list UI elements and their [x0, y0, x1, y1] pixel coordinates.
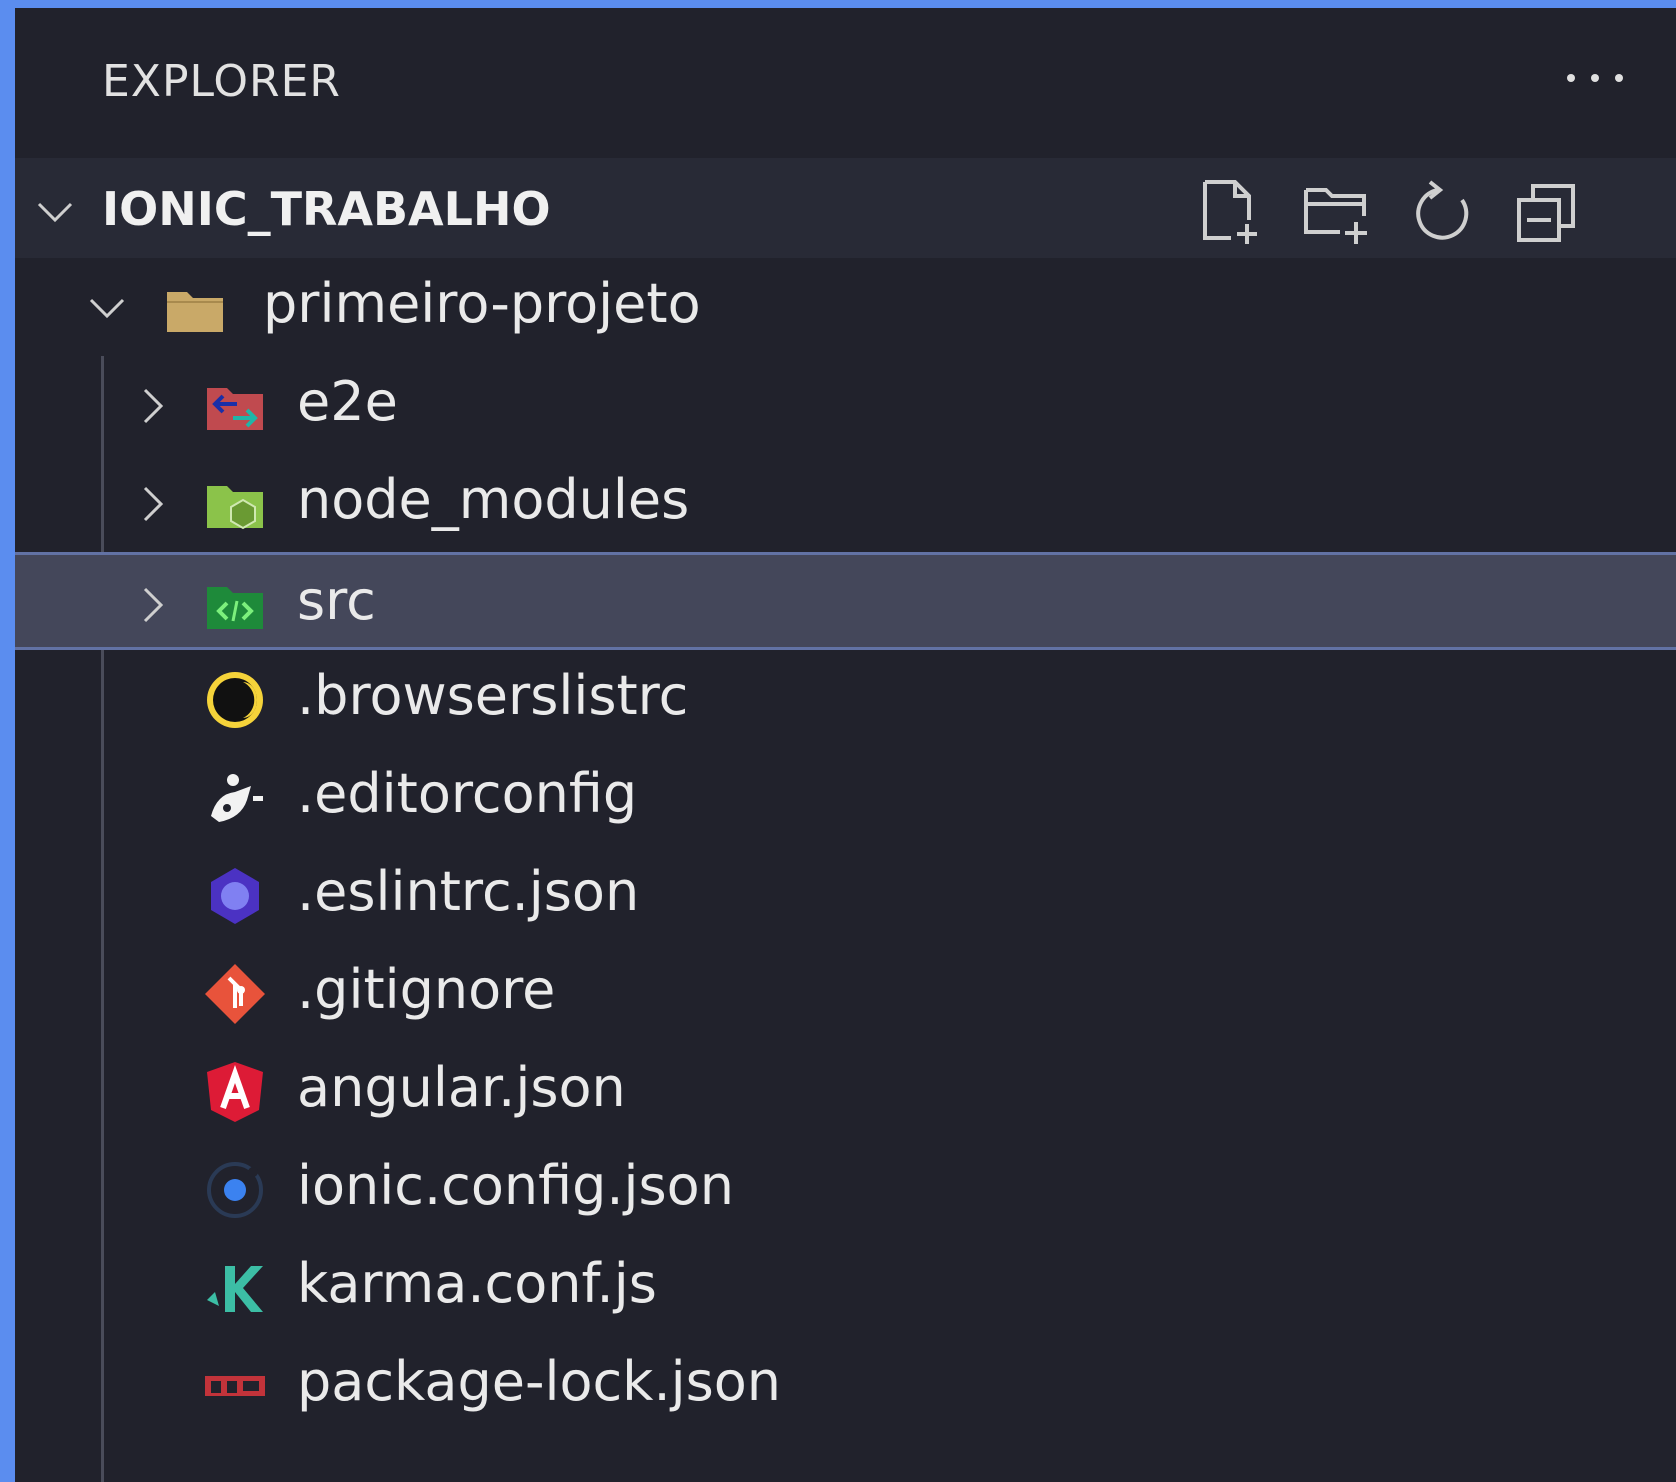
tree-item-karma-conf[interactable]: karma.conf.js	[15, 1238, 1676, 1336]
chevron-right-icon[interactable]	[133, 384, 173, 428]
karma-icon	[207, 1266, 263, 1312]
tree-item-label: .gitignore	[297, 958, 556, 1021]
tree-item-node-modules[interactable]: node_modules	[15, 454, 1676, 552]
folder-e2e-icon	[207, 388, 263, 430]
folder-src-icon	[207, 587, 263, 629]
folder-open-icon	[167, 292, 223, 332]
tree-item-editorconfig[interactable]: .editorconfig	[15, 748, 1676, 846]
tree-item-label: package-lock.json	[297, 1350, 782, 1413]
tree-item-primeiro-projeto[interactable]: primeiro-projeto	[15, 258, 1676, 356]
angular-icon	[207, 1062, 263, 1122]
browserslist-icon	[207, 672, 263, 728]
tree-item-browserslistrc[interactable]: .browserslistrc	[15, 650, 1676, 748]
tree-item-label: e2e	[297, 370, 398, 433]
workspace-section-header[interactable]: IONIC_TRABALHO	[15, 158, 1676, 258]
tree-item-label: node_modules	[297, 468, 690, 531]
chevron-right-icon[interactable]	[133, 583, 173, 627]
chevron-down-icon[interactable]	[87, 286, 127, 330]
chevron-down-icon[interactable]	[35, 198, 75, 228]
git-icon	[205, 964, 265, 1024]
eslint-icon	[211, 868, 259, 924]
editorconfig-icon	[211, 774, 263, 822]
chevron-right-icon[interactable]	[133, 482, 173, 526]
tree-item-label: .editorconfig	[297, 762, 638, 825]
tree-item-package-lock[interactable]: package-lock.json	[15, 1336, 1676, 1434]
ionic-icon	[207, 1162, 263, 1218]
tree-item-label: src	[297, 569, 376, 632]
explorer-title: EXPLORER	[102, 56, 341, 107]
tree-item-label: primeiro-projeto	[263, 272, 701, 335]
tree-item-label: .eslintrc.json	[297, 860, 640, 923]
explorer-header: EXPLORER	[15, 8, 1676, 158]
tree-item-e2e[interactable]: e2e	[15, 356, 1676, 454]
workspace-title: IONIC_TRABALHO	[102, 182, 551, 236]
tree-item-label: ionic.config.json	[297, 1154, 734, 1217]
tree-item-gitignore[interactable]: .gitignore	[15, 944, 1676, 1042]
collapse-all-icon[interactable]	[1513, 176, 1585, 248]
folder-node-icon	[207, 486, 263, 530]
tree-item-label: angular.json	[297, 1056, 626, 1119]
new-file-icon[interactable]	[1195, 176, 1267, 248]
npm-icon	[205, 1376, 265, 1396]
new-folder-icon[interactable]	[1300, 176, 1372, 248]
tree-item-eslintrc[interactable]: .eslintrc.json	[15, 846, 1676, 944]
more-actions-icon[interactable]	[1563, 68, 1627, 88]
explorer-panel: EXPLORER IONIC_TRABALHO primeiro-projeto…	[15, 8, 1676, 1482]
tree-item-angular-json[interactable]: angular.json	[15, 1042, 1676, 1140]
tree-item-src[interactable]: src	[15, 552, 1676, 650]
tree-item-ionic-config[interactable]: ionic.config.json	[15, 1140, 1676, 1238]
tree-item-label: karma.conf.js	[297, 1252, 657, 1315]
refresh-icon[interactable]	[1408, 176, 1480, 248]
tree-item-label: .browserslistrc	[297, 664, 689, 727]
